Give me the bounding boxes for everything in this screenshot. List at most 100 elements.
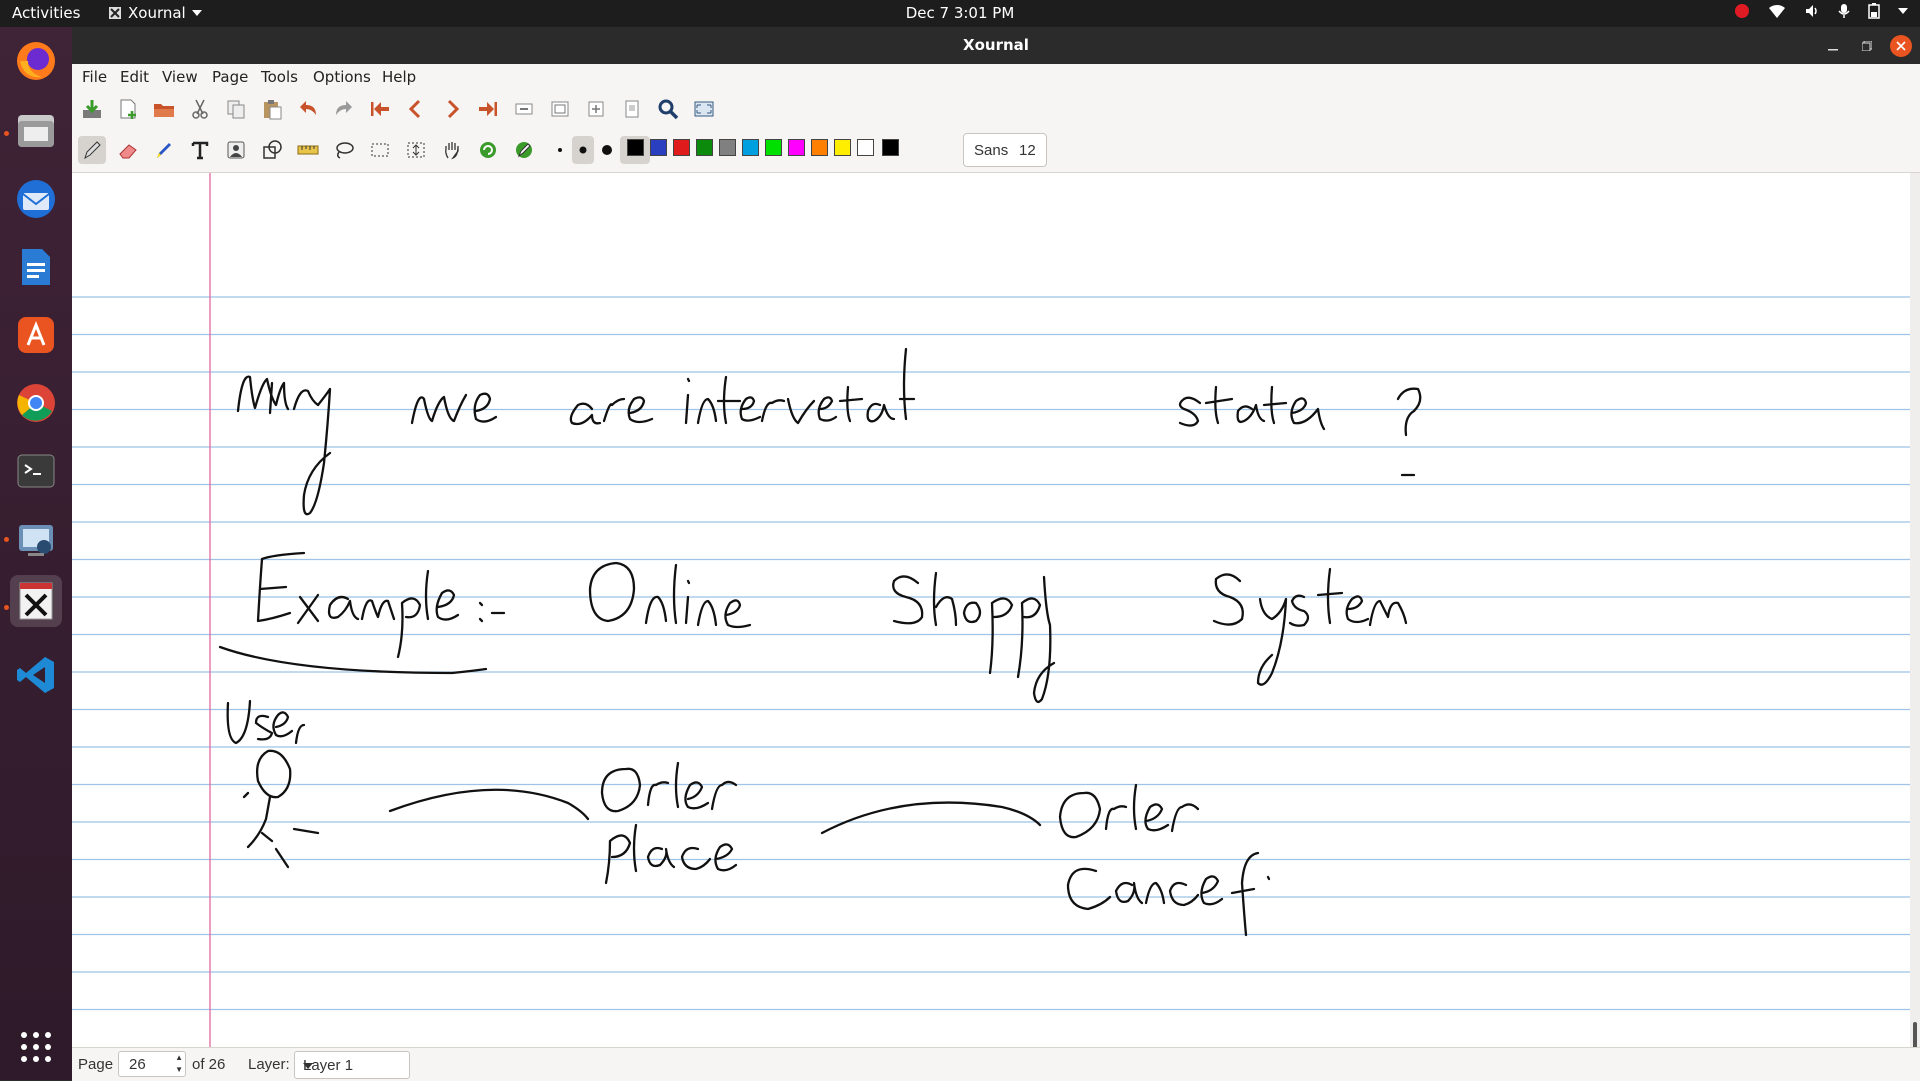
files-icon [18, 115, 54, 147]
thickness-medium-button[interactable] [572, 136, 594, 164]
layer-select[interactable]: Layer 1 [294, 1051, 410, 1079]
zoom-fit-button[interactable] [546, 95, 574, 123]
folder-icon [154, 104, 174, 117]
menu-help[interactable]: Help [382, 68, 416, 86]
rect-select-button[interactable] [366, 136, 394, 164]
color-swatch[interactable] [765, 139, 782, 156]
color-swatch[interactable] [834, 139, 851, 156]
vertical-space-button[interactable] [402, 136, 430, 164]
menu-edit[interactable]: Edit [120, 68, 149, 86]
menu-page[interactable]: Page [212, 68, 248, 86]
ruled-page [72, 173, 1910, 1047]
zoom-fit-icon [551, 101, 569, 117]
redo-icon [336, 101, 352, 115]
app-menu-button[interactable]: Xournal [108, 4, 202, 22]
fullscreen-button[interactable] [690, 95, 718, 123]
color-swatch[interactable] [627, 139, 644, 156]
close-button[interactable] [1890, 35, 1912, 57]
dock-terminal[interactable] [10, 445, 62, 497]
chevron-down-icon [303, 1063, 313, 1069]
ruler-button[interactable] [294, 136, 322, 164]
menu-options[interactable]: Options [313, 68, 371, 86]
system-tray[interactable] [1734, 3, 1908, 19]
page-canvas[interactable] [72, 173, 1910, 1047]
eraser-icon [119, 144, 137, 159]
color-swatch[interactable] [742, 139, 759, 156]
copy-button[interactable] [222, 95, 250, 123]
first-page-icon [371, 102, 389, 116]
chrome-icon [17, 384, 55, 422]
color-swatch[interactable] [650, 139, 667, 156]
page-spin-buttons[interactable]: ▲ ▼ [175, 1052, 183, 1076]
thickness-thick-button[interactable] [596, 136, 618, 164]
dock-app-center[interactable] [10, 309, 62, 361]
dock-show-apps[interactable] [10, 1021, 62, 1073]
dock-chrome[interactable] [10, 377, 62, 429]
hand-tool-button[interactable] [438, 136, 466, 164]
microphone-icon [1838, 4, 1850, 18]
spin-up-icon[interactable]: ▲ [175, 1052, 183, 1064]
activities-button[interactable]: Activities [12, 4, 80, 22]
last-page-button[interactable] [474, 95, 502, 123]
color-swatch[interactable] [857, 139, 874, 156]
thickness-fine-button[interactable] [546, 136, 574, 164]
save-button[interactable] [78, 95, 106, 123]
running-indicator [4, 605, 9, 610]
previous-page-button[interactable] [402, 95, 430, 123]
spin-down-icon[interactable]: ▼ [175, 1064, 183, 1076]
pen-settings-button[interactable] [510, 136, 538, 164]
chevron-left-icon [408, 99, 421, 119]
zoom-out-button[interactable] [510, 95, 538, 123]
zoom-page-width-button[interactable] [618, 95, 646, 123]
menu-view[interactable]: View [162, 68, 198, 86]
dock-files[interactable] [10, 105, 62, 157]
color-swatch[interactable] [882, 139, 899, 156]
new-button[interactable] [114, 95, 142, 123]
menu-file[interactable]: File [82, 68, 107, 86]
pen-tool-button[interactable] [78, 136, 106, 164]
title-bar[interactable]: Xournal [72, 27, 1920, 64]
highlighter-icon [157, 143, 171, 158]
page-number-input[interactable]: 26 ▲ ▼ [118, 1051, 186, 1077]
clock[interactable]: Dec 7 3:01 PM [906, 4, 1015, 22]
app-menu-label: Xournal [128, 4, 186, 22]
color-swatch[interactable] [696, 139, 713, 156]
vertical-scrollbar[interactable] [1910, 173, 1920, 1064]
xournal-small-icon [109, 7, 121, 19]
first-page-button[interactable] [366, 95, 394, 123]
dock-firefox[interactable] [10, 35, 62, 87]
image-tool-button[interactable] [222, 136, 250, 164]
lasso-select-button[interactable] [330, 136, 358, 164]
dock-vscode[interactable] [10, 649, 62, 701]
color-swatch[interactable] [673, 139, 690, 156]
minimize-button[interactable] [1822, 35, 1844, 57]
fullscreen-icon [694, 101, 714, 117]
redo-button[interactable] [330, 95, 358, 123]
font-button[interactable]: Sans 12 [963, 133, 1047, 167]
text-icon [191, 141, 209, 160]
color-swatch[interactable] [811, 139, 828, 156]
menu-tools[interactable]: Tools [261, 68, 298, 86]
dock-thunderbird[interactable] [10, 173, 62, 225]
cut-button[interactable] [186, 95, 214, 123]
color-swatch[interactable] [788, 139, 805, 156]
next-page-button[interactable] [438, 95, 466, 123]
color-swatch[interactable] [719, 139, 736, 156]
highlighter-tool-button[interactable] [150, 136, 178, 164]
zoom-in-button[interactable] [582, 95, 610, 123]
running-indicator [4, 537, 9, 542]
shape-recognizer-button[interactable] [258, 136, 286, 164]
dot-medium-icon [579, 146, 587, 154]
default-pen-button[interactable] [474, 136, 502, 164]
dock-screenshot[interactable] [10, 513, 62, 565]
open-button[interactable] [150, 95, 178, 123]
eraser-tool-button[interactable] [114, 136, 142, 164]
undo-button[interactable] [294, 95, 322, 123]
zoom-button[interactable] [654, 95, 682, 123]
paste-button[interactable] [258, 95, 286, 123]
maximize-button[interactable] [1856, 35, 1878, 57]
restore-icon [1862, 41, 1872, 51]
dock-xournal[interactable] [10, 575, 62, 627]
dock-writer[interactable] [10, 241, 62, 293]
text-tool-button[interactable] [186, 136, 214, 164]
